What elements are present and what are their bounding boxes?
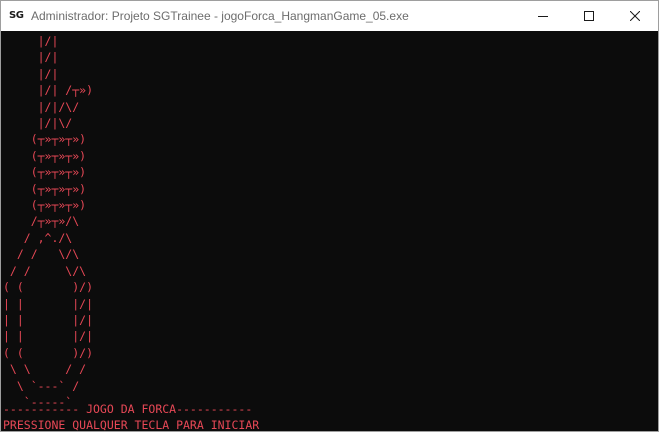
hangman-ascii-art: |/| |/| |/| |/| /┬») |/|/\/ |/|\/ (┬»┬»┬… (3, 34, 94, 409)
close-button[interactable] (612, 1, 658, 31)
window-controls (520, 1, 658, 31)
app-icon: SG (9, 10, 24, 21)
minimize-button[interactable] (520, 1, 566, 31)
close-icon (630, 11, 640, 21)
minimize-icon (538, 16, 548, 17)
maximize-button[interactable] (566, 1, 612, 31)
maximize-icon (584, 11, 594, 21)
console-window: SG Administrador: Projeto SGTrainee - jo… (0, 0, 659, 432)
window-title: Administrador: Projeto SGTrainee - jogoF… (31, 9, 409, 23)
title-bar[interactable]: SG Administrador: Projeto SGTrainee - jo… (1, 1, 658, 31)
console-output[interactable]: |/| |/| |/| |/| /┬») |/|/\/ |/|\/ (┬»┬»┬… (1, 32, 658, 431)
game-title-banner: ----------- JOGO DA FORCA----------- (3, 402, 253, 416)
start-prompt: PRESSIONE QUALQUER TECLA PARA INICIAR (3, 418, 260, 432)
